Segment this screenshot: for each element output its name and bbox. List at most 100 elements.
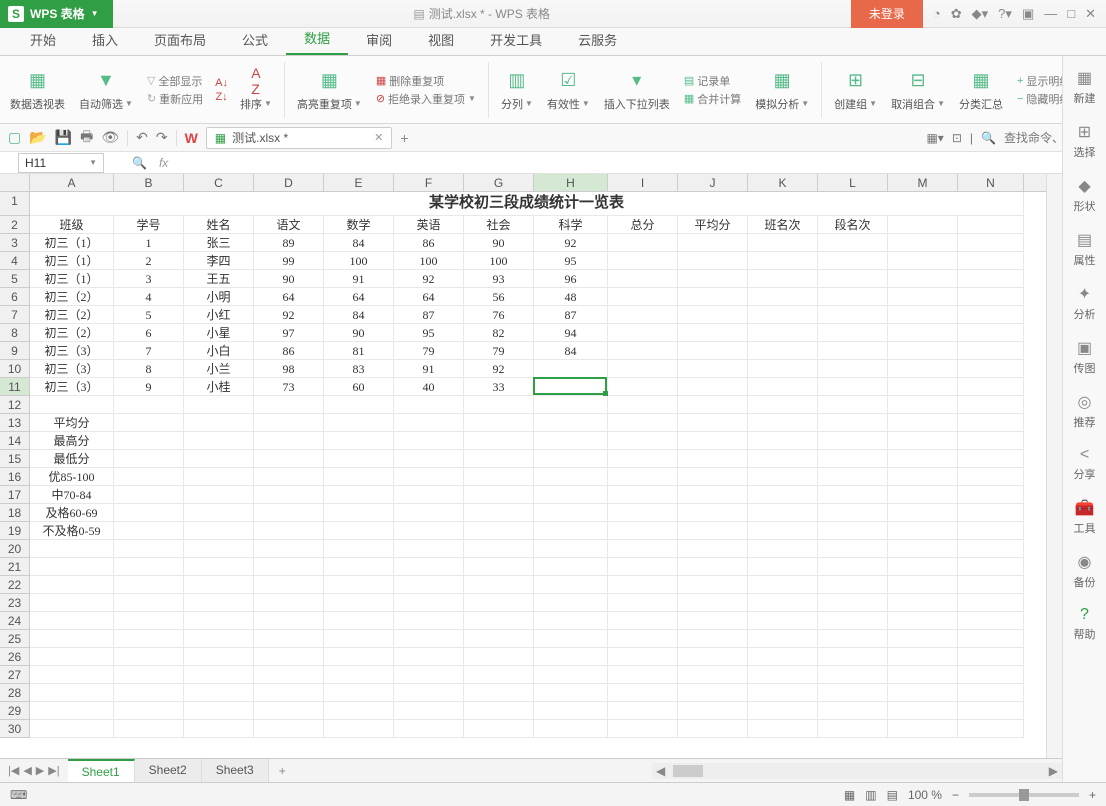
cell[interactable] (464, 486, 534, 504)
cell[interactable] (748, 504, 818, 522)
cell[interactable] (254, 540, 324, 558)
cell[interactable] (324, 396, 394, 414)
cell[interactable] (678, 414, 748, 432)
cell[interactable] (678, 612, 748, 630)
cell[interactable] (888, 252, 958, 270)
name-box[interactable]: H11 ▼ (18, 153, 104, 173)
cell[interactable]: 84 (324, 234, 394, 252)
column-headers[interactable]: ABCDEFGHIJKLMN (30, 174, 1046, 192)
col-header-E[interactable]: E (324, 174, 394, 191)
cell[interactable] (114, 486, 184, 504)
cell[interactable] (254, 594, 324, 612)
cell[interactable] (534, 702, 608, 720)
col-header-A[interactable]: A (30, 174, 114, 191)
cell[interactable] (534, 612, 608, 630)
cell[interactable] (608, 486, 678, 504)
cell[interactable]: 段名次 (818, 216, 888, 234)
cell[interactable] (958, 648, 1024, 666)
cell[interactable] (464, 558, 534, 576)
cell[interactable] (888, 576, 958, 594)
cell[interactable] (608, 432, 678, 450)
cell[interactable]: 不及格0-59 (30, 522, 114, 540)
menu-tab-审阅[interactable]: 审阅 (348, 24, 410, 55)
cell[interactable] (394, 450, 464, 468)
cell[interactable] (958, 216, 1024, 234)
cell[interactable] (608, 342, 678, 360)
cell[interactable] (534, 720, 608, 738)
sort-button[interactable]: AZ排序▼ (236, 68, 276, 112)
cell[interactable] (958, 306, 1024, 324)
row-header-19[interactable]: 19 (0, 522, 29, 540)
cell[interactable] (30, 720, 114, 738)
cell[interactable] (888, 648, 958, 666)
row-header-18[interactable]: 18 (0, 504, 29, 522)
new-icon[interactable]: ▢ (8, 129, 21, 146)
wps-cloud-icon[interactable]: W (185, 130, 198, 146)
cell[interactable] (818, 648, 888, 666)
cell[interactable] (114, 648, 184, 666)
cell[interactable] (324, 522, 394, 540)
reject-dup-button[interactable]: ⊘拒绝录入重复项▼ (376, 91, 476, 107)
cell[interactable] (394, 522, 464, 540)
cell[interactable] (394, 396, 464, 414)
cell[interactable]: 初三（2） (30, 306, 114, 324)
cell[interactable]: 学号 (114, 216, 184, 234)
cell[interactable] (748, 522, 818, 540)
cell[interactable] (748, 288, 818, 306)
cell[interactable] (30, 648, 114, 666)
cell[interactable] (748, 270, 818, 288)
cell[interactable] (114, 450, 184, 468)
cell[interactable] (958, 378, 1024, 396)
cell[interactable] (184, 630, 254, 648)
cell[interactable] (748, 360, 818, 378)
cell[interactable]: 数学 (324, 216, 394, 234)
cell[interactable] (114, 684, 184, 702)
cell[interactable] (818, 504, 888, 522)
cell[interactable]: 总分 (608, 216, 678, 234)
cell[interactable] (888, 342, 958, 360)
cell[interactable] (184, 702, 254, 720)
cell[interactable] (184, 558, 254, 576)
col-header-K[interactable]: K (748, 174, 818, 191)
cell[interactable] (324, 468, 394, 486)
cell[interactable] (748, 234, 818, 252)
col-header-L[interactable]: L (818, 174, 888, 191)
close-tab-icon[interactable]: ✕ (374, 131, 383, 144)
cell[interactable] (464, 450, 534, 468)
cell[interactable]: 91 (394, 360, 464, 378)
cell[interactable] (748, 558, 818, 576)
cell[interactable] (608, 558, 678, 576)
redo-icon[interactable]: ↷ (156, 129, 168, 146)
cell[interactable] (114, 540, 184, 558)
cell[interactable]: 小星 (184, 324, 254, 342)
cell[interactable] (958, 360, 1024, 378)
cell[interactable]: 84 (324, 306, 394, 324)
cell[interactable] (184, 648, 254, 666)
cell[interactable] (818, 396, 888, 414)
cell[interactable] (818, 612, 888, 630)
row-header-15[interactable]: 15 (0, 450, 29, 468)
cell[interactable] (254, 720, 324, 738)
cell[interactable] (748, 450, 818, 468)
cell[interactable] (534, 396, 608, 414)
row-header-26[interactable]: 26 (0, 648, 29, 666)
cell[interactable] (464, 630, 534, 648)
cell[interactable]: 90 (464, 234, 534, 252)
row-header-13[interactable]: 13 (0, 414, 29, 432)
cell[interactable] (114, 612, 184, 630)
cell[interactable] (30, 702, 114, 720)
cell[interactable] (888, 630, 958, 648)
cell[interactable] (324, 666, 394, 684)
cell[interactable] (30, 594, 114, 612)
cell[interactable] (114, 702, 184, 720)
cell[interactable] (324, 648, 394, 666)
cell[interactable] (184, 504, 254, 522)
col-header-G[interactable]: G (464, 174, 534, 191)
sidebar-item-推荐[interactable]: ◎推荐 (1063, 386, 1106, 436)
view-page-icon[interactable]: ▥ (865, 788, 876, 802)
cell[interactable] (464, 396, 534, 414)
cell[interactable] (678, 378, 748, 396)
col-header-J[interactable]: J (678, 174, 748, 191)
chevron-down-icon[interactable]: ▼ (89, 158, 97, 167)
cell[interactable] (818, 702, 888, 720)
